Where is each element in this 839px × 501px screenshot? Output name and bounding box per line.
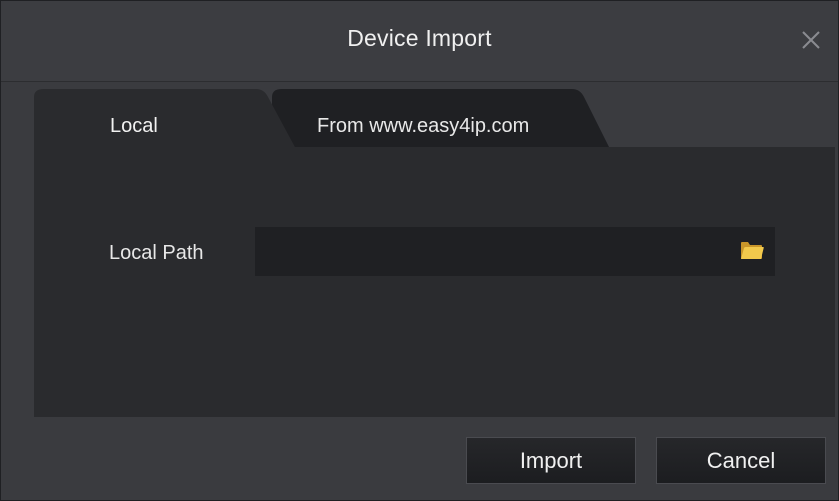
tab-from-easy4ip[interactable]: From www.easy4ip.com xyxy=(272,89,642,149)
local-path-label: Local Path xyxy=(109,242,204,264)
local-import-panel: Local Path xyxy=(34,147,835,417)
import-button[interactable]: Import xyxy=(466,437,636,484)
local-path-input[interactable] xyxy=(255,227,775,276)
tab-from-easy4ip-label: From www.easy4ip.com xyxy=(317,115,530,137)
dialog-title: Device Import xyxy=(347,25,492,51)
tab-local-label: Local xyxy=(110,115,158,137)
tab-bar: From www.easy4ip.com Local xyxy=(34,89,834,149)
folder-icon[interactable] xyxy=(739,238,765,262)
close-icon[interactable] xyxy=(798,27,824,53)
device-import-dialog: Device Import From www.easy4ip.com Local… xyxy=(0,0,839,501)
title-bar: Device Import xyxy=(1,1,838,82)
cancel-button[interactable]: Cancel xyxy=(656,437,826,484)
tab-local[interactable]: Local xyxy=(34,89,302,149)
